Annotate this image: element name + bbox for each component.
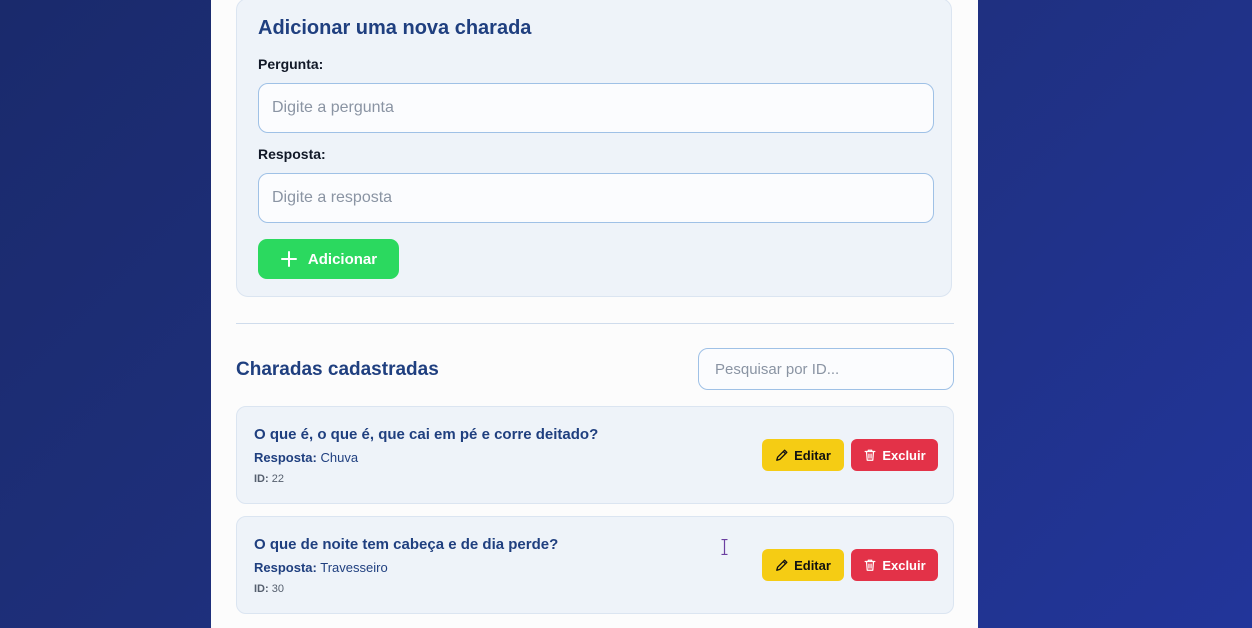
- answer-prefix: Resposta:: [254, 450, 317, 465]
- riddle-card: O que de noite tem cabeça e de dia perde…: [236, 516, 954, 614]
- question-label: Pergunta:: [258, 56, 324, 72]
- edit-button-label: Editar: [794, 447, 831, 463]
- riddle-question: O que de noite tem cabeça e de dia perde…: [254, 536, 559, 553]
- main-panel: Adicionar uma nova charada Pergunta: Res…: [211, 0, 978, 628]
- delete-button[interactable]: Excluir: [851, 549, 938, 581]
- id-value: 30: [271, 583, 284, 595]
- delete-button-label: Excluir: [882, 447, 926, 463]
- add-button[interactable]: Adicionar: [258, 239, 399, 279]
- answer-value: Travesseiro: [320, 560, 388, 575]
- riddle-id: ID: 30: [254, 583, 284, 595]
- answer-label: Resposta:: [258, 146, 326, 162]
- add-riddle-form: Adicionar uma nova charada Pergunta: Res…: [236, 0, 952, 297]
- pencil-icon: [776, 559, 788, 571]
- pencil-icon: [776, 449, 788, 461]
- id-prefix: ID:: [254, 473, 269, 485]
- delete-button-label: Excluir: [882, 557, 926, 573]
- edit-button[interactable]: Editar: [762, 439, 844, 471]
- riddle-card: O que é, o que é, que cai em pé e corre …: [236, 406, 954, 504]
- trash-icon: [864, 449, 876, 461]
- riddle-answer: Resposta: Travesseiro: [254, 560, 388, 575]
- id-value: 22: [271, 473, 284, 485]
- question-input[interactable]: [258, 83, 934, 133]
- riddle-question: O que é, o que é, que cai em pé e corre …: [254, 426, 599, 443]
- section-divider: [236, 323, 954, 324]
- answer-input[interactable]: [258, 173, 934, 223]
- id-prefix: ID:: [254, 583, 269, 595]
- form-title: Adicionar uma nova charada: [258, 17, 532, 39]
- add-button-label: Adicionar: [307, 250, 378, 268]
- edit-button-label: Editar: [794, 557, 831, 573]
- search-id-input[interactable]: [698, 348, 954, 390]
- plus-icon: [280, 251, 297, 267]
- riddle-answer: Resposta: Chuva: [254, 450, 358, 465]
- list-title: Charadas cadastradas: [236, 359, 439, 380]
- edit-button[interactable]: Editar: [762, 549, 844, 581]
- answer-value: Chuva: [320, 450, 359, 465]
- riddle-id: ID: 22: [254, 473, 284, 485]
- delete-button[interactable]: Excluir: [851, 439, 938, 471]
- text-cursor-icon: [721, 539, 728, 555]
- answer-prefix: Resposta:: [254, 560, 317, 575]
- trash-icon: [864, 559, 876, 571]
